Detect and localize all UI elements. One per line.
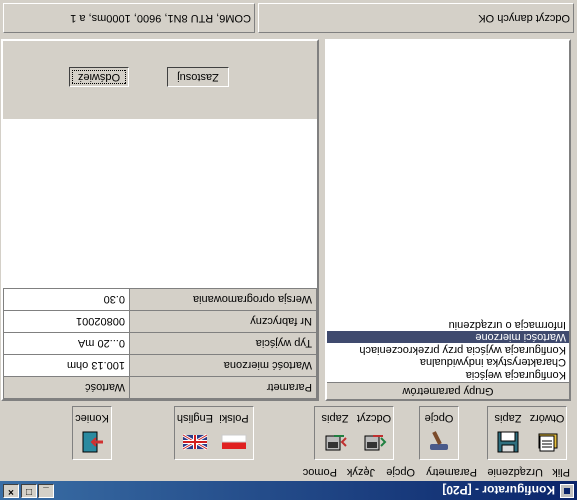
menu-file[interactable]: Plik [552, 466, 570, 478]
menu-device[interactable]: Urządzenie [487, 466, 543, 478]
exit-button[interactable]: Koniec [74, 408, 110, 458]
open-label: Otwórz [529, 412, 565, 424]
english-button[interactable]: English [177, 408, 213, 458]
read-button[interactable]: Odczyt [356, 408, 392, 458]
status-message: Odczyt danych OK [258, 3, 574, 33]
window-title: Konfigurator - [P20] [442, 483, 555, 497]
wrench-icon [430, 431, 448, 450]
write-button[interactable]: Zapis [317, 408, 353, 458]
polish-button[interactable]: Polski [216, 408, 252, 458]
folder-open-icon [538, 433, 558, 452]
exit-group: Koniec [72, 406, 112, 460]
param-name: Typ wyjścia [129, 332, 317, 355]
param-value[interactable]: 0...20 mA [3, 332, 130, 355]
write-label: Zapis [321, 412, 349, 424]
options-group: Opcje [419, 406, 459, 460]
list-item[interactable]: Charakterystyka indywidualna [327, 356, 569, 369]
save-file-button[interactable]: Zapis [490, 408, 526, 458]
table-header-row: Parametr Wartość [3, 376, 317, 399]
options-button[interactable]: Opcje [421, 408, 457, 458]
table-row: Nr fabryczny 00802001 [3, 310, 317, 333]
table-row: Typ wyjścia 0...20 mA [3, 332, 317, 355]
app-icon [560, 484, 574, 498]
main-area: Grupy parametrów Konfiguracja wejścia Ch… [0, 35, 577, 403]
table-row: Wersja oprogramowania 0.30 [3, 288, 317, 311]
save-file-label: Zapis [494, 412, 522, 424]
list-item[interactable]: Informacja o urządzeniu [327, 319, 569, 331]
param-name: Nr fabryczny [129, 310, 317, 333]
read-device-icon [364, 435, 387, 451]
action-button-area: Zastosuj Odśwież [3, 41, 317, 119]
polish-flag-icon [221, 434, 247, 449]
menu-bar: Plik Urządzenie Parametry Opcje Język Po… [0, 463, 577, 481]
read-label: Odczyt [356, 412, 392, 424]
english-label: English [176, 412, 213, 424]
file-group: Otwórz Zapis [487, 406, 567, 460]
list-item-selected[interactable]: Wartości mierzone [327, 331, 569, 344]
polish-label: Polski [219, 412, 249, 424]
groups-list: Konfiguracja wejścia Charakterystyka ind… [327, 319, 569, 381]
groups-header: Grupy parametrów [327, 382, 569, 399]
toolbar: Otwórz Zapis Opcje Odczyt Zapis Polski E… [0, 403, 577, 463]
list-item[interactable]: Konfiguracja wejścia [327, 369, 569, 381]
parameters-table: Parametr Wartość Wartość mierzona 100.13… [3, 288, 317, 399]
param-name: Wersja oprogramowania [129, 288, 317, 311]
parameter-groups-panel: Grupy parametrów Konfiguracja wejścia Ch… [325, 39, 571, 401]
status-connection: COM6, RTU 8N1, 9600, 1000ms, a 1 [3, 3, 255, 33]
exit-label: Koniec [75, 412, 109, 424]
apply-button[interactable]: Zastosuj [167, 67, 229, 87]
refresh-button[interactable]: Odśwież [69, 67, 129, 87]
language-group: Polski English [174, 406, 254, 460]
menu-help[interactable]: Pomoc [303, 466, 337, 478]
open-button[interactable]: Otwórz [529, 408, 565, 458]
close-button[interactable]: × [3, 484, 19, 498]
title-bar[interactable]: Konfigurator - [P20] _ □ × [0, 481, 577, 500]
param-name: Wartość mierzona [129, 354, 317, 377]
column-header-parameter: Parametr [129, 376, 317, 399]
floppy-disk-icon [497, 431, 519, 453]
table-row: Wartość mierzona 100.13 ohm [3, 354, 317, 377]
param-value[interactable]: 100.13 ohm [3, 354, 130, 377]
menu-parameters[interactable]: Parametry [426, 466, 477, 478]
maximize-button[interactable]: □ [21, 484, 37, 498]
options-label: Opcje [424, 412, 454, 424]
app-window: Konfigurator - [P20] _ □ × Plik Urządzen… [0, 0, 577, 500]
column-header-value: Wartość [3, 376, 130, 399]
exit-door-icon [82, 431, 103, 453]
param-value[interactable]: 0.30 [3, 288, 130, 311]
list-item[interactable]: Konfiguracja wyjścia przy przekroczeniac… [327, 344, 569, 356]
minimize-button[interactable]: _ [38, 484, 54, 498]
uk-flag-icon [182, 433, 208, 451]
write-device-icon [325, 435, 347, 451]
param-value[interactable]: 00802001 [3, 310, 130, 333]
menu-language[interactable]: Język [347, 466, 375, 478]
parameters-panel: Parametr Wartość Wartość mierzona 100.13… [1, 39, 319, 401]
menu-options[interactable]: Opcje [386, 466, 415, 478]
status-bar: Odczyt danych OK COM6, RTU 8N1, 9600, 10… [0, 0, 577, 35]
device-group: Odczyt Zapis [314, 406, 394, 460]
